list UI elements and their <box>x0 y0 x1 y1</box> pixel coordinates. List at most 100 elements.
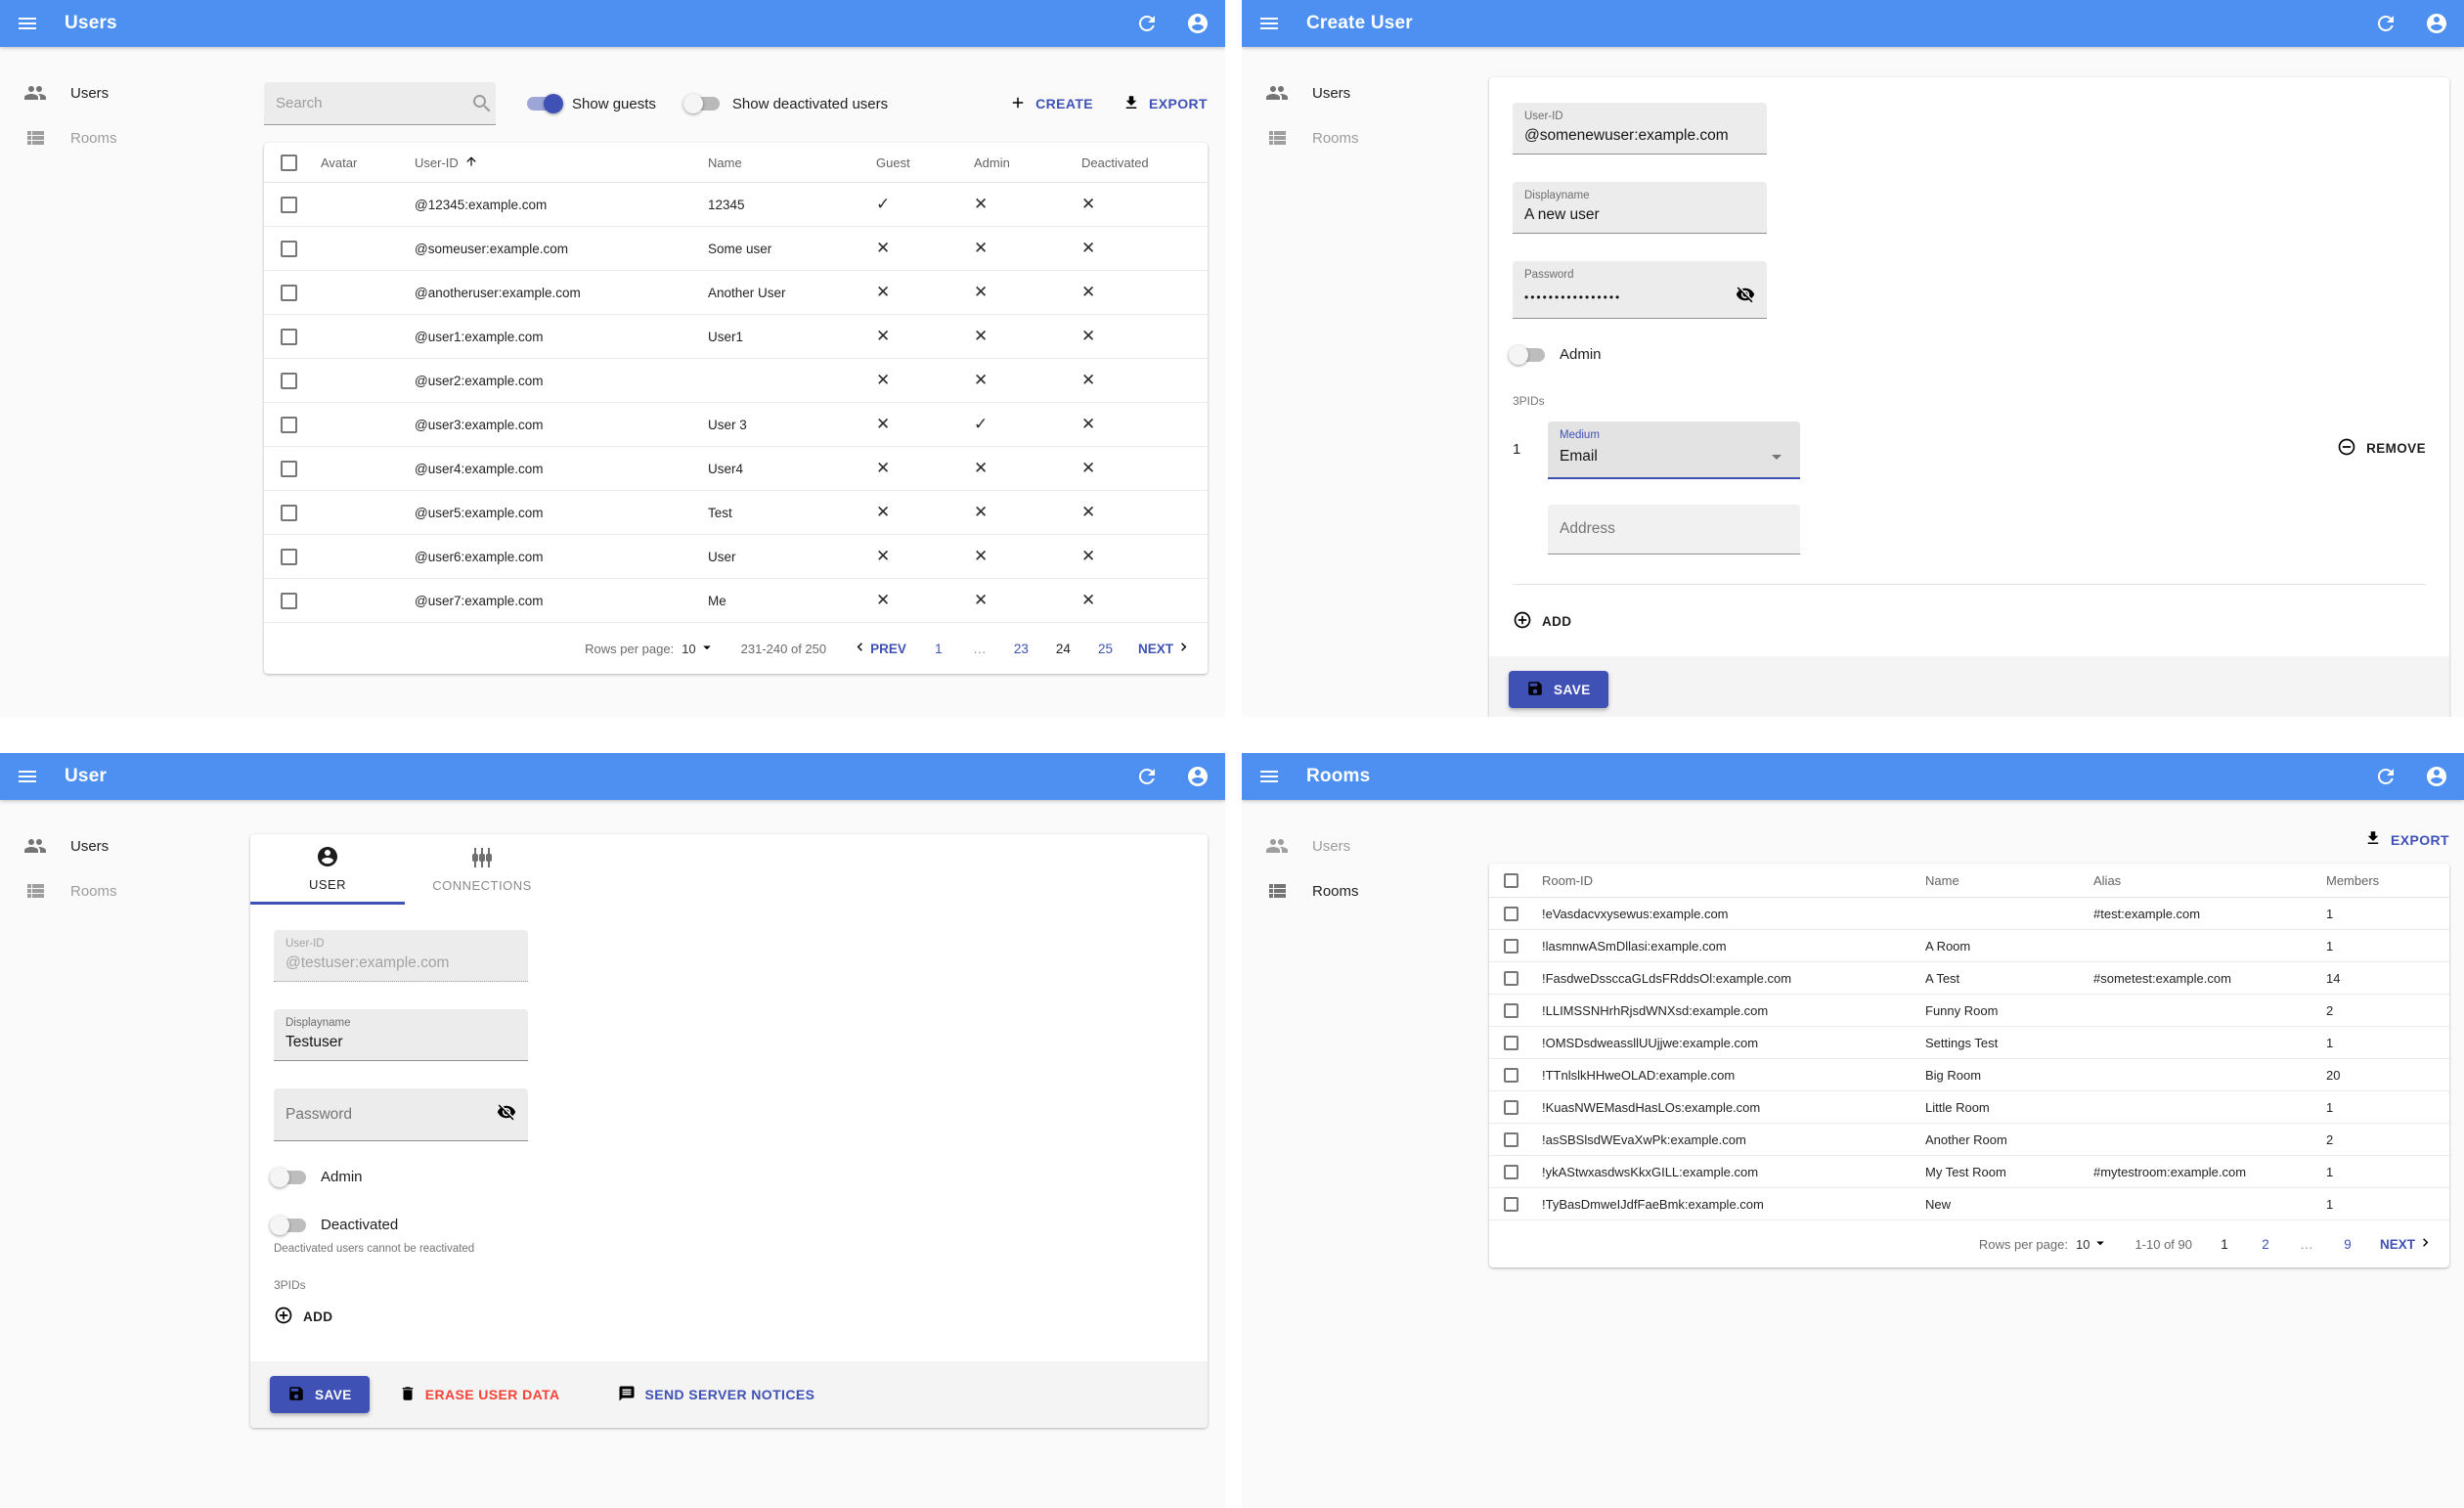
sidebar-item-rooms[interactable]: Rooms <box>1242 115 1476 160</box>
row-checkbox[interactable] <box>281 416 297 433</box>
page-link[interactable]: … <box>2300 1237 2313 1252</box>
account-icon[interactable] <box>2425 765 2448 788</box>
menu-icon[interactable] <box>1257 765 1281 788</box>
account-icon[interactable] <box>1186 765 1210 788</box>
show-deactivated-toggle[interactable] <box>682 94 720 113</box>
table-row[interactable]: !TTnlslkHHweOLAD:example.com Big Room 20 <box>1489 1059 2449 1091</box>
row-checkbox[interactable] <box>281 372 297 389</box>
table-row[interactable]: @user3:example.com User 3 ✕ ✓ ✕ <box>264 403 1208 447</box>
page-link[interactable]: 9 <box>2341 1237 2354 1252</box>
show-guests-toggle[interactable] <box>527 94 563 113</box>
visibility-off-icon[interactable] <box>497 1102 516 1127</box>
page-link[interactable]: 25 <box>1098 642 1113 656</box>
tab-user[interactable]: USER <box>250 834 405 905</box>
account-icon[interactable] <box>1186 12 1210 35</box>
row-checkbox[interactable] <box>1504 1035 1518 1050</box>
tab-connections[interactable]: CONNECTIONS <box>405 834 559 905</box>
save-button[interactable]: SAVE <box>270 1376 370 1413</box>
menu-icon[interactable] <box>1257 12 1281 35</box>
column-user-id[interactable]: User-ID <box>415 155 708 171</box>
next-button[interactable]: NEXT <box>1138 639 1192 658</box>
row-checkbox[interactable] <box>1504 1099 1518 1115</box>
table-row[interactable]: !KuasNWEMasdHasLOs:example.com Little Ro… <box>1489 1091 2449 1124</box>
sidebar-item-rooms[interactable]: Rooms <box>0 115 235 160</box>
table-row[interactable]: !lasmnwASmDllasi:example.com A Room 1 <box>1489 930 2449 962</box>
refresh-icon[interactable] <box>2374 12 2398 35</box>
table-row[interactable]: @user6:example.com User ✕ ✕ ✕ <box>264 535 1208 579</box>
row-checkbox[interactable] <box>1504 938 1518 954</box>
table-row[interactable]: @user5:example.com Test ✕ ✕ ✕ <box>264 491 1208 535</box>
visibility-off-icon[interactable] <box>1736 285 1755 309</box>
table-row[interactable]: !LLIMSSNHrhRjsdWNXsd:example.com Funny R… <box>1489 995 2449 1027</box>
column-room-id[interactable]: Room-ID <box>1542 873 1925 888</box>
table-row[interactable]: @someuser:example.com Some user ✕ ✕ ✕ <box>264 227 1208 271</box>
column-deactivated[interactable]: Deactivated <box>1081 155 1208 170</box>
table-row[interactable]: !eVasdacvxysewus:example.com #test:examp… <box>1489 898 2449 930</box>
sidebar-item-rooms[interactable]: Rooms <box>0 868 235 913</box>
page-link[interactable]: … <box>973 642 987 656</box>
table-row[interactable]: @12345:example.com 12345 ✓ ✕ ✕ <box>264 183 1208 227</box>
save-button[interactable]: SAVE <box>1509 671 1608 708</box>
row-checkbox[interactable] <box>1504 970 1518 986</box>
table-row[interactable]: !FasdweDssccaGLdsFRddsOl:example.com A T… <box>1489 962 2449 995</box>
row-checkbox[interactable] <box>1504 1196 1518 1212</box>
row-checkbox[interactable] <box>281 284 297 301</box>
row-checkbox[interactable] <box>281 240 297 257</box>
prev-button[interactable]: PREV <box>852 639 906 658</box>
page-link[interactable]: 2 <box>2259 1237 2272 1252</box>
password-field[interactable]: Password •••••••••••••••• <box>1513 261 1767 319</box>
row-checkbox[interactable] <box>1504 1002 1518 1018</box>
column-guest[interactable]: Guest <box>876 155 974 170</box>
page-link[interactable]: 23 <box>1014 642 1029 656</box>
row-checkbox[interactable] <box>1504 1164 1518 1179</box>
user-id-field[interactable]: User-ID @somenewuser:example.com <box>1513 103 1767 155</box>
export-button[interactable]: EXPORT <box>1122 94 1208 114</box>
add-threepid-button[interactable]: ADD <box>274 1306 1184 1328</box>
table-row[interactable]: !TyBasDmweIJdfFaeBmk:example.com New 1 <box>1489 1188 2449 1220</box>
create-button[interactable]: CREATE <box>1009 94 1093 114</box>
address-field[interactable] <box>1548 505 1800 554</box>
table-row[interactable]: !OMSDsdweassllUUjjwe:example.com Setting… <box>1489 1027 2449 1059</box>
displayname-field[interactable]: Displayname A new user <box>1513 182 1767 234</box>
export-button[interactable]: EXPORT <box>2364 829 2449 850</box>
column-name[interactable]: Name <box>1925 873 2093 888</box>
sidebar-item-users[interactable]: Users <box>0 823 235 868</box>
displayname-field[interactable]: Displayname Testuser <box>274 1009 528 1061</box>
table-row[interactable]: @user2:example.com ✕ ✕ ✕ <box>264 359 1208 403</box>
table-row[interactable]: !asSBSlsdWEvaXwPk:example.com Another Ro… <box>1489 1124 2449 1156</box>
refresh-icon[interactable] <box>2374 765 2398 788</box>
table-row[interactable]: @user7:example.com Me ✕ ✕ ✕ <box>264 579 1208 623</box>
column-admin[interactable]: Admin <box>974 155 1081 170</box>
page-link[interactable]: 1 <box>2218 1237 2231 1252</box>
sidebar-item-users[interactable]: Users <box>0 70 235 115</box>
address-input[interactable] <box>1560 520 1788 538</box>
medium-select[interactable]: Medium Email <box>1548 421 1800 479</box>
sidebar-item-rooms[interactable]: Rooms <box>1242 868 1476 913</box>
row-checkbox[interactable] <box>281 328 297 345</box>
row-checkbox[interactable] <box>1504 1131 1518 1147</box>
row-checkbox[interactable] <box>1504 906 1518 921</box>
column-name[interactable]: Name <box>708 155 876 170</box>
erase-user-data-button[interactable]: ERASE USER DATA <box>399 1385 560 1405</box>
table-row[interactable]: @anotheruser:example.com Another User ✕ … <box>264 271 1208 315</box>
select-all-checkbox[interactable] <box>1504 872 1518 888</box>
page-link[interactable]: 24 <box>1056 642 1071 656</box>
table-row[interactable]: !ykAStwxasdwsKkxGILL:example.com My Test… <box>1489 1156 2449 1188</box>
row-checkbox[interactable] <box>281 196 297 213</box>
column-members[interactable]: Members <box>2326 873 2449 888</box>
menu-icon[interactable] <box>16 765 39 788</box>
refresh-icon[interactable] <box>1135 12 1159 35</box>
row-checkbox[interactable] <box>281 592 297 609</box>
row-checkbox[interactable] <box>281 548 297 565</box>
row-checkbox[interactable] <box>281 460 297 477</box>
page-link[interactable]: 1 <box>932 642 946 656</box>
column-alias[interactable]: Alias <box>2093 873 2326 888</box>
admin-toggle[interactable] <box>1509 344 1545 365</box>
sidebar-item-users[interactable]: Users <box>1242 823 1476 868</box>
rows-per-page-select[interactable]: 10 <box>2076 1234 2109 1255</box>
select-all-checkbox[interactable] <box>281 154 297 171</box>
remove-threepid-button[interactable]: REMOVE <box>2337 437 2426 460</box>
admin-toggle[interactable] <box>270 1167 306 1187</box>
send-server-notices-button[interactable]: SEND SERVER NOTICES <box>618 1385 814 1405</box>
search-input[interactable] <box>276 95 470 111</box>
